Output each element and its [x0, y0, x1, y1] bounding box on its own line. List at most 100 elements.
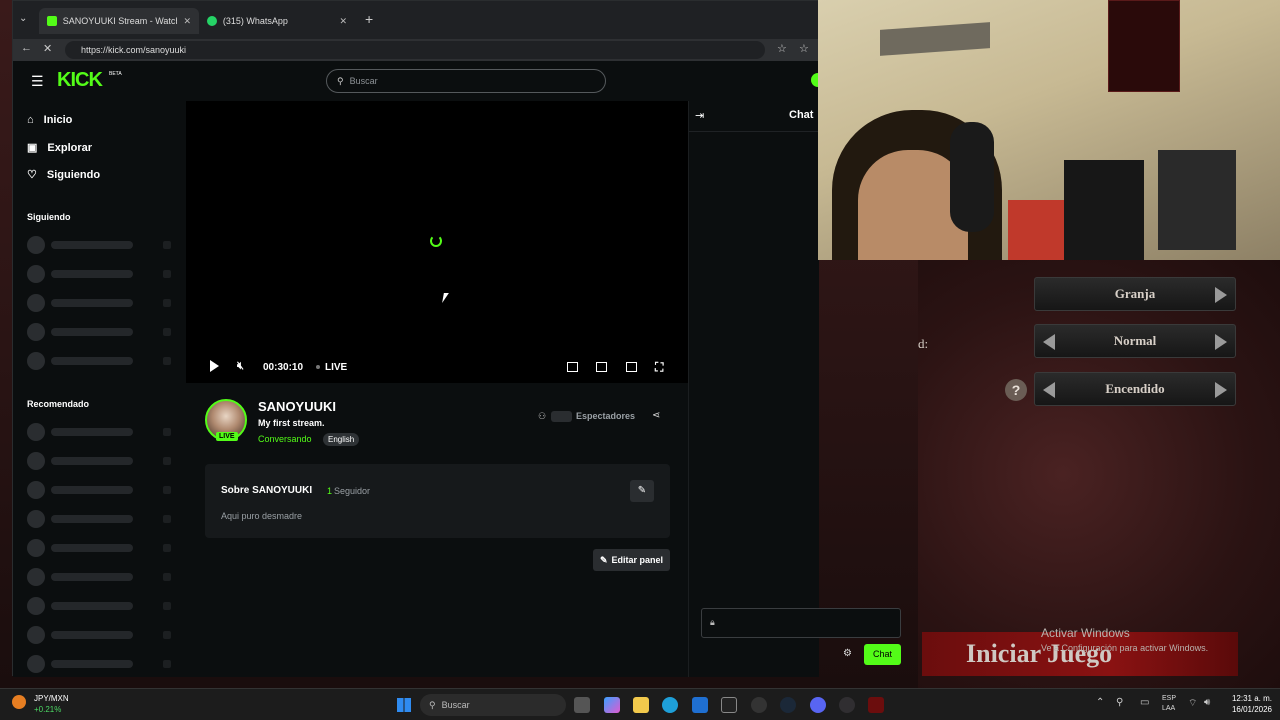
headphones: [950, 122, 994, 232]
channel-name[interactable]: SANOYUUKI: [258, 399, 336, 414]
volume-icon[interactable]: 🔊︎: [1204, 697, 1210, 708]
game-menu-panel: d: Granja Normal ? Encendido Iniciar Jue…: [918, 260, 1280, 688]
tab-title: (315) WhatsApp: [222, 16, 288, 26]
new-tab-icon[interactable]: +: [365, 11, 373, 27]
channel-skeleton: [27, 452, 173, 470]
arrow-left-icon[interactable]: [1043, 382, 1055, 398]
video-player[interactable]: 🔇︎ 00:30:10 LIVE ⛶: [186, 101, 688, 383]
favorite-icon[interactable]: ☆: [777, 42, 787, 55]
start-icon[interactable]: [397, 698, 411, 712]
channel-skeleton: [27, 597, 173, 615]
taskbar-search[interactable]: ⚲ Buscar: [420, 694, 566, 716]
store-icon[interactable]: [692, 697, 708, 713]
mute-icon[interactable]: 🔇︎: [237, 360, 244, 373]
clock-date: 16/01/2026: [1231, 705, 1272, 714]
arrow-right-icon[interactable]: [1215, 334, 1227, 350]
suitcase: [1158, 150, 1236, 250]
compass-icon: ▣: [27, 142, 38, 154]
tab-whatsapp[interactable]: (315) WhatsApp ✕: [199, 8, 355, 34]
address-bar: ← ✕ https://kick.com/sanoyuuki ☆ ☆: [13, 39, 819, 61]
following-heading: Siguiendo: [27, 212, 71, 222]
file-explorer-icon[interactable]: [633, 697, 649, 713]
reload-icon[interactable]: ✕: [43, 42, 52, 55]
search-icon: ⚲: [429, 699, 436, 710]
epic-games-icon[interactable]: [721, 697, 737, 713]
tray-network-icon[interactable]: ⚲: [1116, 697, 1123, 708]
chat-input[interactable]: 🔒︎: [701, 608, 901, 638]
tray-battery-icon[interactable]: ▭: [1140, 697, 1149, 708]
chat-settings-icon[interactable]: ⚙: [843, 648, 852, 659]
game-icon[interactable]: [868, 697, 884, 713]
chat-send-button[interactable]: Chat: [864, 644, 901, 665]
lang-top[interactable]: ESP: [1162, 695, 1176, 702]
activate-windows-title: Activar Windows: [1041, 626, 1130, 640]
nav-item-explorar[interactable]: ▣ Explorar: [27, 141, 93, 155]
collections-icon[interactable]: ☆: [799, 42, 809, 55]
play-icon[interactable]: [210, 360, 219, 372]
task-view-icon[interactable]: [574, 697, 590, 713]
arrow-right-icon[interactable]: [1215, 287, 1227, 303]
url-field[interactable]: https://kick.com/sanoyuuki: [65, 41, 765, 59]
arrow-left-icon[interactable]: [1043, 334, 1055, 350]
edit-about-button[interactable]: ✎: [630, 480, 654, 502]
ticker-change: +0.21%: [34, 705, 62, 714]
channel-skeleton: [27, 236, 173, 254]
wifi-icon[interactable]: ⌔: [1188, 697, 1197, 710]
steam-icon[interactable]: [780, 697, 796, 713]
help-icon[interactable]: ?: [1005, 379, 1027, 401]
tab-kick[interactable]: SANOYUUKI Stream - Watch Live o ✕: [39, 8, 199, 34]
pip-icon[interactable]: [626, 362, 637, 372]
viewers-count-skeleton: [551, 411, 572, 422]
search-input[interactable]: ⚲ Buscar: [326, 69, 606, 93]
xbox-icon[interactable]: [751, 697, 767, 713]
tray-chevron-icon[interactable]: ⌃: [1096, 697, 1104, 708]
option-toggle[interactable]: Encendido: [1034, 372, 1236, 406]
clock-time[interactable]: 12:31 a. m.: [1226, 694, 1272, 703]
fullscreen-icon[interactable]: ⛶: [655, 360, 663, 375]
nav-item-siguiendo[interactable]: ♡ Siguiendo: [27, 168, 100, 182]
close-icon[interactable]: ✕: [339, 16, 347, 27]
channel-skeleton: [27, 265, 173, 283]
edge-icon[interactable]: [662, 697, 678, 713]
arrow-right-icon[interactable]: [1215, 382, 1227, 398]
about-bio: Aqui puro desmadre: [221, 511, 303, 521]
channel-skeleton: [27, 323, 173, 341]
back-icon[interactable]: ←: [21, 42, 32, 54]
about-card: Sobre SANOYUUKI 1 Seguidor Aqui puro des…: [205, 464, 670, 538]
followers-count: 1: [327, 486, 333, 496]
share-icon[interactable]: ⋖: [652, 410, 660, 421]
edit-panel-button[interactable]: ✎ Editar panel: [593, 549, 670, 571]
kick-logo[interactable]: KICK: [57, 69, 103, 92]
option-difficulty[interactable]: Normal: [1034, 324, 1236, 358]
channel-skeleton: [27, 510, 173, 528]
channel-skeleton: [27, 352, 173, 370]
tab-title: SANOYUUKI Stream - Watch Live o: [62, 16, 178, 26]
nav-label: Explorar: [47, 141, 93, 154]
kick-site: ☰ KICK BETA ⚲ Buscar ⌂ Inicio ▣ Explorar: [13, 61, 821, 677]
live-dot-icon: [316, 365, 320, 369]
nav-item-inicio[interactable]: ⌂ Inicio: [27, 114, 72, 126]
live-label[interactable]: LIVE: [325, 362, 347, 373]
stream-time: 00:30:10: [263, 362, 304, 373]
menu-icon[interactable]: ☰: [31, 73, 44, 90]
ticker-symbol[interactable]: JPY/MXN: [34, 694, 69, 703]
kick-favicon-icon: [47, 16, 57, 26]
collapse-chat-icon[interactable]: ⇥: [695, 109, 704, 122]
copilot-icon[interactable]: [604, 697, 620, 713]
clip-icon[interactable]: [596, 362, 607, 372]
obs-icon[interactable]: [839, 697, 855, 713]
heart-icon: ♡: [27, 169, 37, 181]
theater-mode-icon[interactable]: [567, 362, 578, 372]
loading-spinner-icon: [430, 235, 442, 247]
webcam-overlay: [818, 0, 1280, 260]
search-placeholder: Buscar: [349, 76, 378, 86]
whatsapp-favicon-icon: [207, 16, 217, 26]
poster: [1108, 0, 1180, 92]
close-icon[interactable]: ✕: [183, 16, 191, 27]
language-tag[interactable]: English: [323, 433, 360, 446]
discord-icon[interactable]: [810, 697, 826, 713]
chat-title: Chat: [789, 109, 814, 121]
category-link[interactable]: Conversando: [258, 434, 312, 444]
tab-list-icon[interactable]: ⌄: [19, 13, 27, 24]
option-farm[interactable]: Granja: [1034, 277, 1236, 311]
